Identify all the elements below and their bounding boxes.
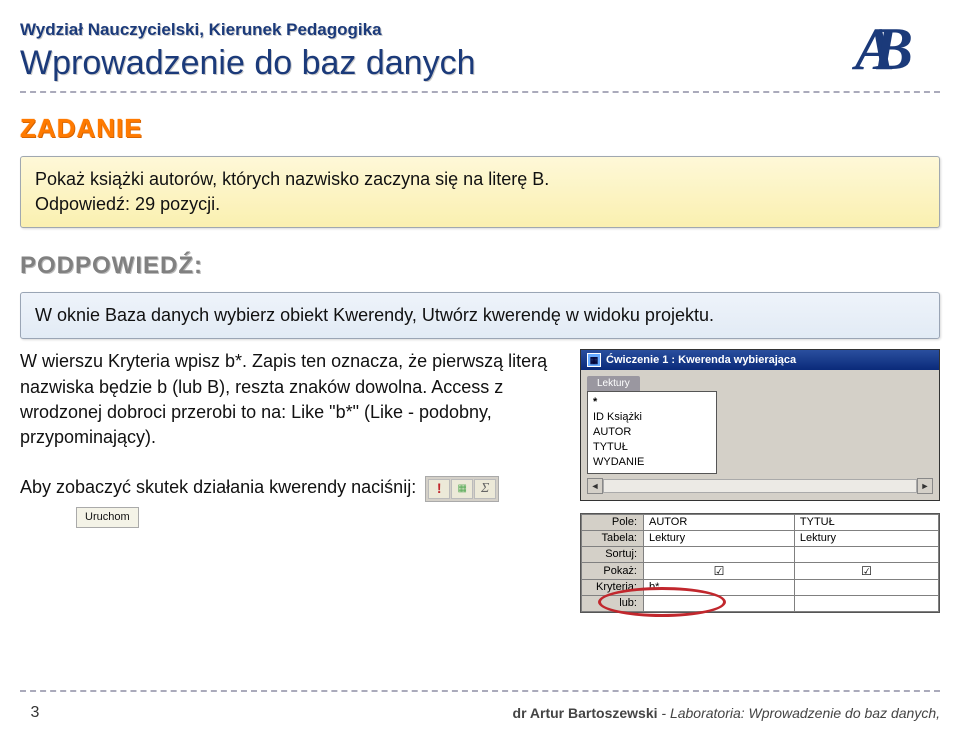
section-label-podpowiedz: PODPOWIEDŹ: (20, 252, 940, 280)
hint-box: W oknie Baza danych wybierz obiekt Kwere… (20, 292, 940, 339)
field-id[interactable]: ID Książki (593, 410, 711, 425)
task-line2: Odpowiedź: 29 pozycji. (35, 192, 925, 217)
paragraph-2: Aby zobaczyć skutek działania kwerendy n… (20, 477, 416, 497)
row-label-kryteria: Kryteria: (582, 579, 644, 595)
field-star[interactable]: * (593, 395, 711, 410)
access-window: ▦ Ćwiczenie 1 : Kwerenda wybierająca Lek… (580, 349, 940, 500)
cell-tabela-2[interactable]: Lektury (794, 530, 938, 546)
access-title: Ćwiczenie 1 : Kwerenda wybierająca (606, 354, 796, 366)
header-title: Wprowadzenie do baz danych (20, 44, 940, 83)
cell-pole-1[interactable]: AUTOR (644, 514, 795, 530)
row-label-pokaz: Pokaż: (582, 562, 644, 579)
run-button[interactable]: ! (428, 479, 450, 499)
row-label-pole: Pole: (582, 514, 644, 530)
totals-button[interactable]: Σ (474, 479, 496, 499)
cell-tabela-1[interactable]: Lektury (644, 530, 795, 546)
field-tytul[interactable]: TYTUŁ (593, 440, 711, 455)
run-label: Uruchom (76, 507, 139, 528)
footer-credit: dr Artur Bartoszewski - Laboratoria: Wpr… (513, 705, 940, 721)
row-label-sortuj: Sortuj: (582, 546, 644, 562)
header-subtitle: Wydział Nauczycielski, Kierunek Pedagogi… (20, 20, 940, 40)
cell-lub-2[interactable] (794, 595, 938, 611)
cell-sortuj-1[interactable] (644, 546, 795, 562)
scroll-left-icon[interactable]: ◄ (587, 478, 603, 494)
paragraph-1: W wierszu Kryteria wpisz b*. Zapis ten o… (20, 349, 562, 450)
task-box: Pokaż książki autorów, których nazwisko … (20, 156, 940, 228)
credit-rest: - Laboratoria: Wprowadzenie do baz danyc… (658, 705, 941, 721)
access-titlebar: ▦ Ćwiczenie 1 : Kwerenda wybierająca (581, 350, 939, 370)
page-number: 3 (20, 698, 50, 728)
field-list[interactable]: * ID Książki AUTOR TYTUŁ WYDANIE (587, 391, 717, 473)
row-label-tabela: Tabela: (582, 530, 644, 546)
cell-pole-2[interactable]: TYTUŁ (794, 514, 938, 530)
scroll-track[interactable] (603, 479, 917, 493)
cell-sortuj-2[interactable] (794, 546, 938, 562)
field-autor[interactable]: AUTOR (593, 425, 711, 440)
footer-divider (20, 690, 940, 692)
hint-text: W oknie Baza danych wybierz obiekt Kwere… (35, 305, 714, 325)
field-wydanie[interactable]: WYDANIE (593, 455, 711, 470)
cell-pokaz-2[interactable]: ☑ (794, 562, 938, 579)
toolbar: ! ▦ Σ (425, 476, 499, 502)
query-icon: ▦ (587, 353, 601, 367)
scroll-right-icon[interactable]: ► (917, 478, 933, 494)
cell-kryteria-2[interactable] (794, 579, 938, 595)
task-line1: Pokaż książki autorów, których nazwisko … (35, 167, 925, 192)
credit-author: dr Artur Bartoszewski (513, 705, 658, 721)
table-tab[interactable]: Lektury (587, 376, 640, 391)
query-grid: Pole: AUTOR TYTUŁ Tabela: Lektury Lektur… (580, 513, 940, 613)
datasheet-button[interactable]: ▦ (451, 479, 473, 499)
row-label-lub: lub: (582, 595, 644, 611)
cell-lub-1[interactable] (644, 595, 795, 611)
cell-kryteria-1[interactable]: b* (644, 579, 795, 595)
cell-pokaz-1[interactable]: ☑ (644, 562, 795, 579)
hscroll[interactable]: ◄ ► (587, 478, 933, 494)
section-label-zadanie: ZADANIE (20, 113, 940, 144)
footer: 3 dr Artur Bartoszewski - Laboratoria: W… (0, 682, 960, 738)
logo: AB (855, 15, 935, 84)
divider (20, 91, 940, 93)
